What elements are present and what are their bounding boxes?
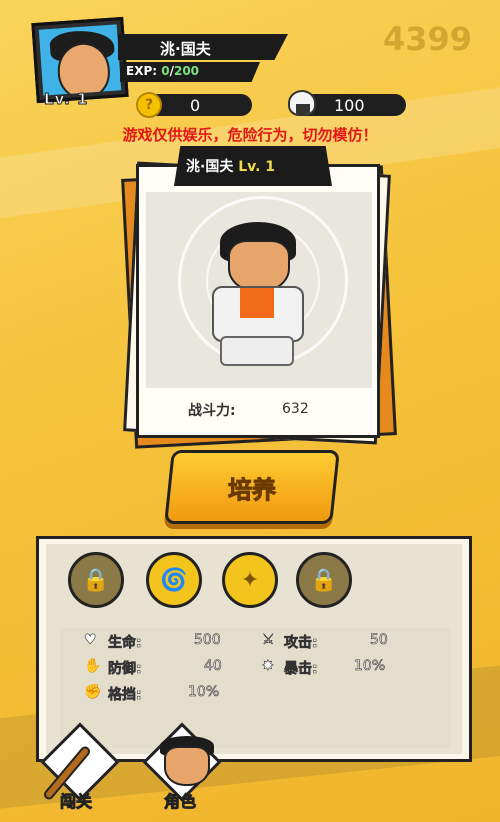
exp-max: 200 — [173, 64, 200, 78]
exp-label: EXP: — [126, 64, 158, 78]
character-face — [228, 240, 290, 292]
hp-label: 生命: — [108, 635, 142, 652]
block-label: 格挡: — [108, 687, 142, 704]
hp-value: 500 — [194, 632, 221, 649]
character-legs — [220, 336, 294, 366]
player-header: Lv. 1 洮·国夫 EXP: 0/200 4399 ? 0 100 — [0, 0, 500, 125]
skill-slot-2-tornado-icon[interactable]: 🌀 — [146, 552, 202, 608]
card-level: Lv. 1 — [238, 159, 276, 175]
train-button-label[interactable]: 培养 — [168, 470, 336, 505]
avatar-frame — [38, 24, 122, 96]
skill-slot-1-lock-icon[interactable]: 🔒 — [68, 552, 124, 608]
player-name: 洮·国夫 — [160, 40, 211, 58]
crit-value: 10% — [354, 658, 386, 675]
score-display: 4399 — [382, 20, 472, 58]
crit-icon: ✸ — [262, 658, 274, 675]
block-icon: ✊ — [84, 684, 102, 701]
skill-slot-4-lock-icon[interactable]: 🔒 — [296, 552, 352, 608]
block-value: 10% — [188, 684, 220, 701]
defense-icon: ✋ — [84, 658, 102, 675]
nav-character-label[interactable]: 角色 — [163, 788, 196, 812]
attack-value: 50 — [370, 632, 388, 649]
power-value: 632 — [282, 401, 309, 417]
sword-icon: ⚔ — [262, 632, 275, 649]
card-character-name: 洮·国夫 — [186, 159, 234, 175]
rice-ball-icon — [288, 90, 316, 116]
exp-current: 0 — [161, 64, 170, 78]
defense-value: 40 — [204, 658, 222, 675]
coin-icon: ? — [136, 92, 162, 118]
nav-character-face-icon — [164, 746, 210, 786]
character-shirt — [240, 288, 274, 318]
defense-label: 防御: — [108, 661, 142, 678]
crit-label: 暴击: — [284, 661, 318, 678]
coin-value: 0 — [190, 96, 201, 115]
attack-label: 攻击: — [284, 635, 318, 652]
card-title: 洮·国夫 Lv. 1 — [186, 156, 275, 176]
skill-slot-3-shuriken-icon[interactable]: ✦ — [222, 552, 278, 608]
exp-text: EXP: 0/200 — [126, 64, 199, 78]
heart-icon: ♥ — [84, 632, 97, 649]
nav-stages-label[interactable]: 闯关 — [59, 788, 92, 812]
power-label: 战斗力: — [188, 403, 236, 419]
rice-value: 100 — [334, 96, 365, 115]
player-level: Lv. 1 — [43, 90, 89, 109]
warning-text: 游戏仅供娱乐，危险行为，切勿模仿！ — [122, 126, 378, 144]
